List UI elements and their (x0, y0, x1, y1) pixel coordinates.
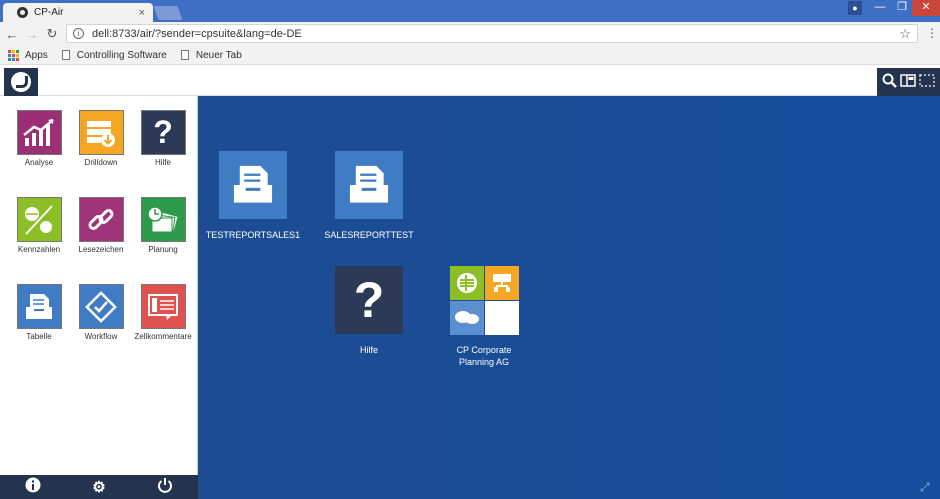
maximize-button[interactable]: ❐ (890, 0, 914, 16)
cp-favicon-icon (17, 7, 28, 18)
browser-titlebar: CP-Air × ● — ❐ ✕ (0, 0, 940, 22)
desktop-item-cp-corporate-planning[interactable]: CP Corporate Planning AG (424, 266, 544, 368)
bookmark-label: Controlling Software (76, 49, 167, 61)
sidebar-item-label: Tabelle (26, 332, 52, 341)
cp-org-chart-icon (485, 266, 519, 300)
sidebar-item-label: Zellkommentare (134, 332, 192, 341)
cp-blank-tile (485, 301, 519, 335)
power-icon[interactable] (157, 477, 173, 497)
bookmarks-bar: Apps Controlling Software Neuer Tab (0, 46, 940, 65)
sidebar-item-analyse[interactable]: Analyse (8, 110, 70, 167)
table-tray-icon (16, 284, 62, 329)
header-tools (877, 68, 940, 96)
sidebar-item-label: Workflow (84, 332, 118, 341)
url-input[interactable]: i dell:8733/air/?sender=cpsuite&lang=de-… (66, 24, 918, 43)
forward-arrow-icon[interactable]: → (24, 27, 40, 42)
sidebar-footer: ⚙ (0, 475, 198, 499)
tab-cp-air[interactable]: CP-Air × (3, 3, 153, 22)
back-arrow-icon[interactable]: ← (4, 27, 20, 42)
tab-close-icon[interactable]: × (139, 7, 145, 19)
sidebar-item-hilfe[interactable]: ? Hilfe (132, 110, 194, 167)
analysis-chart-icon (16, 110, 62, 155)
sidebar-item-drilldown[interactable]: Drilldown (70, 110, 132, 167)
sidebar-item-zellkommentare[interactable]: Zellkommentare (132, 284, 194, 341)
sidebar-item-label: Kennzahlen (17, 245, 61, 254)
bookmark-label: Neuer Tab (195, 49, 242, 61)
cell-comment-icon (140, 284, 186, 329)
sidebar-item-lesezeichen[interactable]: Lesezeichen (70, 197, 132, 254)
desktop-item-label: TESTREPORTSALES1 (205, 230, 301, 240)
reload-icon[interactable]: ↻ (44, 26, 60, 42)
bookmark-controlling-software[interactable]: Controlling Software (61, 49, 167, 61)
bookmark-apps[interactable]: Apps (8, 49, 48, 61)
drilldown-icon (78, 110, 124, 155)
browser-menu-icon[interactable]: ⋮ (926, 26, 938, 40)
desktop-item-label-line1: CP Corporate (456, 345, 512, 355)
sidebar: Analyse Drilldown ? Hilfe Kennzahlen Les… (0, 96, 198, 499)
help-icon: ? (140, 110, 186, 155)
sidebar-item-kennzahlen[interactable]: Kennzahlen (8, 197, 70, 254)
planning-icon (140, 197, 186, 242)
desktop-item-label: Hilfe (359, 345, 378, 355)
bookmark-star-icon[interactable]: ☆ (899, 26, 911, 42)
url-text: dell:8733/air/?sender=cpsuite&lang=de-DE (92, 27, 302, 40)
help-icon: ? (335, 266, 403, 334)
report-tray-icon (219, 151, 287, 219)
desktop-item-hilfe[interactable]: ? Hilfe (309, 266, 429, 356)
desktop-item-label: CP Corporate Planning AG (457, 344, 512, 368)
apps-grid-icon (8, 49, 19, 61)
cp-wheel-icon (450, 266, 484, 300)
layout-toggle-icon[interactable] (900, 74, 916, 90)
expand-icon[interactable]: ⤢ (920, 480, 930, 495)
new-tab-button[interactable] (153, 6, 183, 20)
bookmark-label: Apps (25, 49, 48, 61)
cp-logo-button[interactable] (4, 68, 38, 96)
desktop-item-label: SALESREPORTTEST (324, 230, 414, 240)
minimize-button[interactable]: — (868, 0, 892, 16)
app-header (0, 66, 940, 96)
sidebar-item-workflow[interactable]: Workflow (70, 284, 132, 341)
cp-chat-icon (450, 301, 484, 335)
page-icon (61, 50, 70, 60)
fullscreen-select-icon[interactable] (919, 74, 935, 90)
desktop-item-salesreporttest[interactable]: SALESREPORTTEST (309, 151, 429, 241)
tab-title: CP-Air (34, 7, 64, 18)
bookmark-link-icon (78, 197, 124, 242)
report-tray-icon (335, 151, 403, 219)
settings-gear-icon[interactable]: ⚙ (92, 478, 105, 496)
address-toolbar: ← → ↻ i dell:8733/air/?sender=cpsuite&la… (0, 22, 940, 46)
sidebar-item-label: Hilfe (154, 158, 171, 167)
cp-corporate-icon (450, 266, 519, 335)
sidebar-item-tabelle[interactable]: Tabelle (8, 284, 70, 341)
kpi-icon (16, 197, 62, 242)
bookmark-neuer-tab[interactable]: Neuer Tab (180, 49, 242, 61)
search-icon[interactable] (882, 73, 898, 91)
sidebar-item-label: Planung (148, 245, 178, 254)
desktop-area: TESTREPORTSALES1 SALESREPORTTEST ? Hilfe (198, 96, 940, 499)
desktop-item-label-line2: Planning AG (458, 357, 510, 367)
cp-logo-icon (11, 72, 31, 92)
info-icon[interactable] (25, 477, 41, 497)
desktop-item-testreportsales1[interactable]: TESTREPORTSALES1 (193, 151, 313, 241)
workflow-icon (78, 284, 124, 329)
close-window-button[interactable]: ✕ (912, 0, 940, 16)
sidebar-item-label: Analyse (24, 158, 54, 167)
sidebar-item-planung[interactable]: Planung (132, 197, 194, 254)
site-info-icon[interactable]: i (73, 28, 84, 39)
sidebar-item-label: Lesezeichen (78, 245, 124, 254)
user-profile-icon[interactable]: ● (848, 1, 862, 15)
page-icon (180, 50, 189, 60)
sidebar-item-label: Drilldown (84, 158, 118, 167)
